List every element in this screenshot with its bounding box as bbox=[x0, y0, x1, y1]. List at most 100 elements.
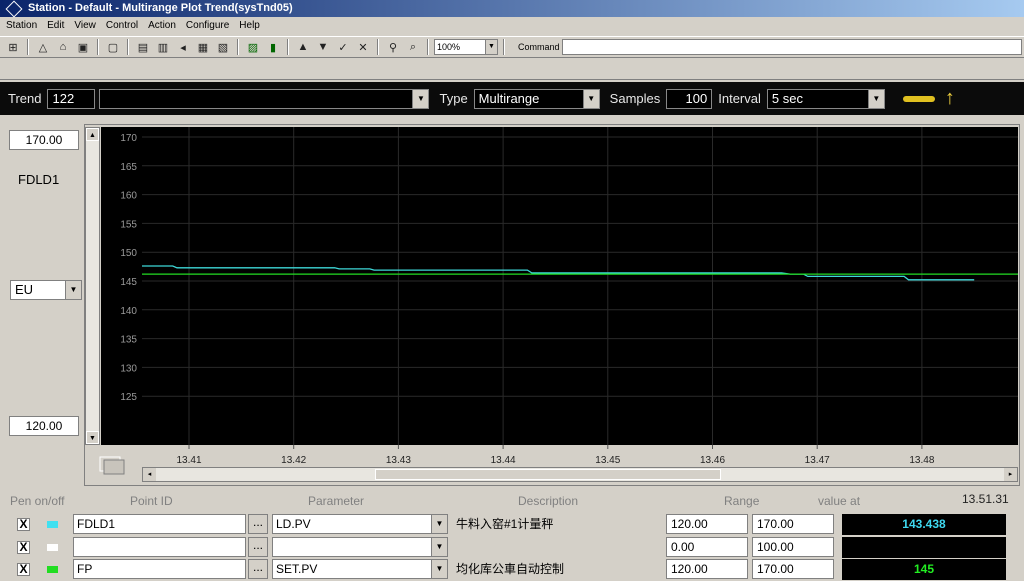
display-back-icon[interactable]: ▥ bbox=[154, 38, 172, 56]
menu-help[interactable]: Help bbox=[239, 20, 260, 31]
parameter-select[interactable]: ▼ bbox=[272, 537, 448, 557]
message-icon[interactable]: ▣ bbox=[74, 38, 92, 56]
type-select[interactable]: Multirange ▼ bbox=[473, 88, 600, 109]
y-tick-label: 160 bbox=[120, 191, 137, 202]
left-panel: 170.00 FDLD1 EU ▼ 120.00 bbox=[0, 118, 84, 488]
pen-tool-icon[interactable] bbox=[902, 95, 935, 102]
pen-color-swatch bbox=[47, 521, 58, 528]
range-high-field[interactable]: 170.00 bbox=[752, 559, 834, 579]
parameter-header: Parameter bbox=[308, 494, 365, 508]
chevron-down-icon[interactable]: ▼ bbox=[485, 40, 497, 54]
zoom-icon[interactable]: ⌕ bbox=[404, 38, 422, 56]
display-nav-icon[interactable]: ◂ bbox=[174, 38, 192, 56]
horizontal-scrollbar[interactable]: ◂ ▸ bbox=[142, 467, 1018, 482]
scale-low-field[interactable]: 120.00 bbox=[9, 416, 79, 436]
alarm-ack-icon[interactable]: ⌂ bbox=[54, 38, 72, 56]
chevron-down-icon[interactable]: ▼ bbox=[412, 89, 429, 108]
samples-label: Samples bbox=[609, 91, 661, 106]
display-icon[interactable]: ▤ bbox=[134, 38, 152, 56]
x-tick-label: 13.41 bbox=[176, 455, 201, 466]
x-tick-label: 13.45 bbox=[595, 455, 620, 466]
point-id-field[interactable] bbox=[73, 537, 246, 557]
menu-station[interactable]: Station bbox=[6, 20, 37, 31]
chevron-down-icon[interactable]: ▼ bbox=[431, 538, 447, 556]
raise-icon[interactable]: ▲ bbox=[294, 38, 312, 56]
up-arrow-icon[interactable]: ↑ bbox=[945, 87, 955, 110]
description-text: 均化库公車自动控制 bbox=[456, 562, 565, 576]
point-id-field[interactable]: FP bbox=[73, 559, 246, 579]
trend-header: Trend 122 ▼ Type Multirange ▼ Samples 100… bbox=[0, 82, 1024, 115]
pen-row: X ... ▼ 0.00 100.00 bbox=[0, 537, 1024, 559]
menu-bar: Station Edit View Control Action Configu… bbox=[0, 17, 1024, 34]
x-tick-label: 13.47 bbox=[805, 455, 830, 466]
menu-view[interactable]: View bbox=[74, 20, 96, 31]
trend-number: 122 bbox=[52, 90, 75, 106]
group-icon[interactable]: ▦ bbox=[194, 38, 212, 56]
trend-number-field[interactable]: 122 bbox=[47, 88, 96, 109]
pen-color-swatch bbox=[47, 566, 58, 573]
command-input[interactable] bbox=[561, 39, 1022, 55]
find-icon[interactable]: ⚲ bbox=[384, 38, 402, 56]
parameter-select[interactable]: LD.PV ▼ bbox=[272, 514, 448, 534]
bars-icon[interactable]: ▮ bbox=[264, 38, 282, 56]
trend-icon[interactable]: ▨ bbox=[244, 38, 262, 56]
pen-checkbox[interactable]: X bbox=[17, 541, 30, 554]
toolbar: ⊞ △ ⌂ ▣ ▢ ▤ ▥ ◂ ▦ ▧ ▨ ▮ ▲ ▼ ✓ ✕ ⚲ ⌕ 100%… bbox=[0, 36, 1024, 58]
y-tick-label: 145 bbox=[120, 277, 137, 288]
interval-select[interactable]: 5 sec ▼ bbox=[766, 88, 885, 109]
samples-field[interactable]: 100 bbox=[666, 88, 713, 109]
chevron-down-icon[interactable]: ▼ bbox=[582, 89, 599, 108]
scroll-thumb[interactable] bbox=[375, 469, 721, 480]
lower-icon[interactable]: ▼ bbox=[314, 38, 332, 56]
title-bar: Station - Default - Multirange Plot Tren… bbox=[0, 0, 1024, 17]
windows-icon[interactable] bbox=[98, 454, 128, 476]
cancel-icon[interactable]: ✕ bbox=[354, 38, 372, 56]
trend-label: Trend bbox=[8, 91, 42, 106]
alarm-bell-icon[interactable]: △ bbox=[34, 38, 52, 56]
parameter-select[interactable]: SET.PV ▼ bbox=[272, 559, 448, 579]
network-icon[interactable]: ⊞ bbox=[4, 38, 22, 56]
range-high-field[interactable]: 100.00 bbox=[752, 537, 834, 557]
range-low-field[interactable]: 120.00 bbox=[666, 514, 748, 534]
range-low-field[interactable]: 120.00 bbox=[666, 559, 748, 579]
point-id-field[interactable]: FDLD1 bbox=[73, 514, 246, 534]
x-tick-label: 13.48 bbox=[909, 455, 934, 466]
scale-high-field[interactable]: 170.00 bbox=[9, 130, 79, 150]
browse-button[interactable]: ... bbox=[248, 514, 268, 534]
description-header: Description bbox=[518, 494, 579, 508]
range-low-field[interactable]: 0.00 bbox=[666, 537, 748, 557]
menu-configure[interactable]: Configure bbox=[186, 20, 229, 31]
zoom-select[interactable]: 100% ▼ bbox=[434, 39, 498, 55]
chevron-down-icon[interactable]: ▼ bbox=[867, 89, 884, 108]
chevron-down-icon[interactable]: ▼ bbox=[431, 515, 447, 533]
pen-checkbox[interactable]: X bbox=[17, 563, 30, 576]
description-text: 牛料入窑#1计量秤 bbox=[456, 517, 554, 531]
page-icon[interactable]: ▢ bbox=[104, 38, 122, 56]
eu-value: EU bbox=[15, 282, 34, 297]
check-icon[interactable]: ✓ bbox=[334, 38, 352, 56]
y-tick-label: 150 bbox=[120, 248, 137, 259]
range-high-field[interactable]: 170.00 bbox=[752, 514, 834, 534]
scroll-down-icon[interactable]: ▼ bbox=[86, 431, 99, 444]
range-header: Range bbox=[724, 494, 760, 508]
y-axis-labels: 170 165 160 155 150 145 140 135 130 125 bbox=[120, 133, 137, 403]
menu-action[interactable]: Action bbox=[148, 20, 176, 31]
scroll-up-icon[interactable]: ▲ bbox=[86, 128, 99, 141]
chevron-down-icon[interactable]: ▼ bbox=[65, 281, 81, 299]
y-axis: 170 165 160 155 150 145 140 135 130 125 bbox=[101, 127, 142, 445]
vertical-scrollbar[interactable]: ▲ ▼ bbox=[85, 127, 100, 445]
menu-control[interactable]: Control bbox=[106, 20, 138, 31]
scroll-left-icon[interactable]: ◂ bbox=[143, 468, 156, 481]
trend-name-select[interactable]: ▼ bbox=[99, 88, 430, 109]
chevron-down-icon[interactable]: ▼ bbox=[431, 560, 447, 578]
menu-edit[interactable]: Edit bbox=[47, 20, 64, 31]
series-line-1 bbox=[142, 265, 975, 281]
browse-button[interactable]: ... bbox=[248, 559, 268, 579]
eu-select[interactable]: EU ▼ bbox=[10, 280, 82, 300]
pen-checkbox[interactable]: X bbox=[17, 518, 30, 531]
browse-button[interactable]: ... bbox=[248, 537, 268, 557]
station-logo-icon bbox=[5, 0, 23, 17]
print-icon[interactable]: ▧ bbox=[214, 38, 232, 56]
scroll-right-icon[interactable]: ▸ bbox=[1004, 468, 1017, 481]
y-tick-label: 130 bbox=[120, 363, 137, 374]
